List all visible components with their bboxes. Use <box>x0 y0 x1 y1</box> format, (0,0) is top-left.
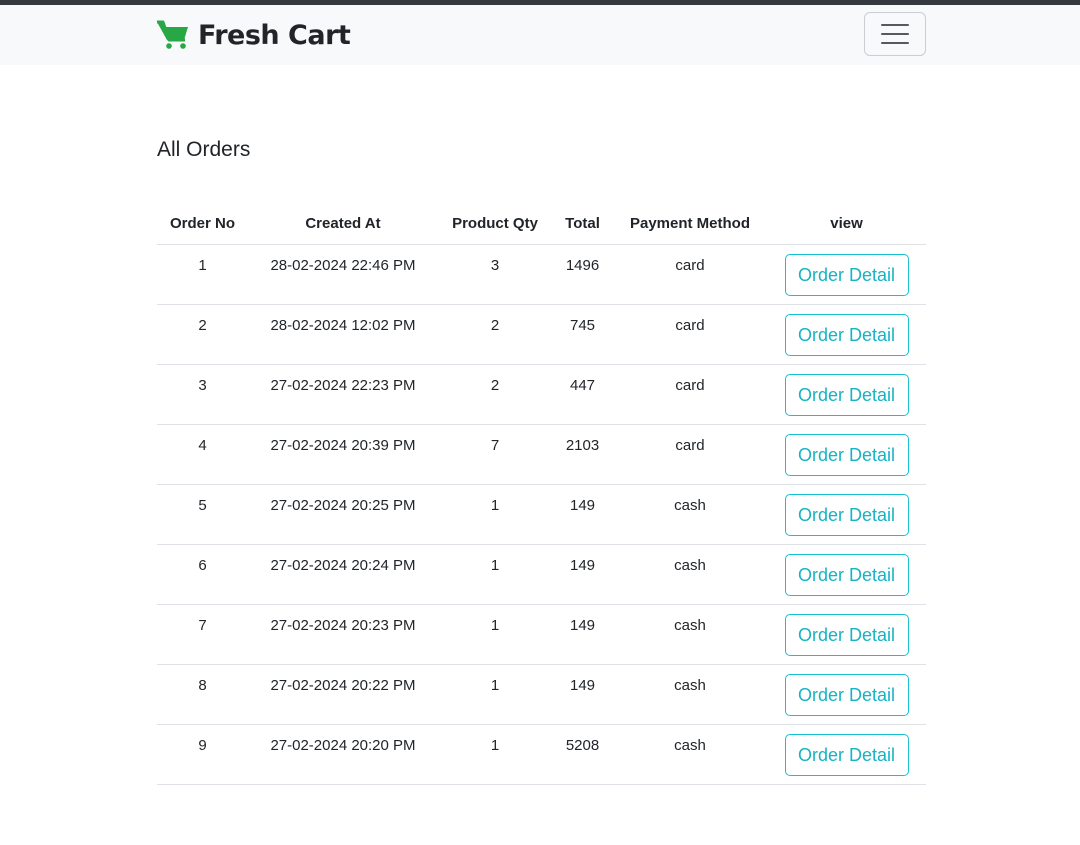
order-no-cell: 8 <box>157 664 248 725</box>
created-at-cell: 27-02-2024 20:25 PM <box>248 484 438 545</box>
view-cell: Order Detail <box>767 604 926 665</box>
view-cell: Order Detail <box>767 424 926 485</box>
view-cell: Order Detail <box>767 664 926 725</box>
column-header-view: view <box>767 203 926 245</box>
payment-method-cell: cash <box>613 604 767 665</box>
column-header-order-no: Order No <box>157 203 248 245</box>
total-cell: 5208 <box>552 724 613 785</box>
view-cell: Order Detail <box>767 484 926 545</box>
payment-method-cell: card <box>613 424 767 485</box>
created-at-cell: 27-02-2024 20:39 PM <box>248 424 438 485</box>
order-no-cell: 5 <box>157 484 248 545</box>
total-cell: 149 <box>552 544 613 605</box>
brand-link[interactable]: Fresh Cart <box>156 17 351 53</box>
total-cell: 745 <box>552 304 613 365</box>
created-at-cell: 28-02-2024 22:46 PM <box>248 244 438 305</box>
product-qty-cell: 7 <box>438 424 552 485</box>
hamburger-menu-icon <box>881 33 909 35</box>
payment-method-cell: cash <box>613 484 767 545</box>
total-cell: 149 <box>552 664 613 725</box>
created-at-cell: 28-02-2024 12:02 PM <box>248 304 438 365</box>
column-header-payment-method: Payment Method <box>613 203 767 245</box>
payment-method-cell: cash <box>613 724 767 785</box>
order-detail-button[interactable]: Order Detail <box>784 613 909 656</box>
order-no-cell: 3 <box>157 364 248 425</box>
order-detail-button[interactable]: Order Detail <box>784 433 909 476</box>
created-at-cell: 27-02-2024 20:23 PM <box>248 604 438 665</box>
created-at-cell: 27-02-2024 20:24 PM <box>248 544 438 605</box>
product-qty-cell: 1 <box>438 664 552 725</box>
product-qty-cell: 1 <box>438 604 552 665</box>
order-detail-button[interactable]: Order Detail <box>784 253 909 296</box>
column-header-product-qty: Product Qty <box>438 203 552 245</box>
table-header-row: Order No Created At Product Qty Total Pa… <box>157 203 926 245</box>
navbar: Fresh Cart <box>0 5 1080 65</box>
table-row: 2 28-02-2024 12:02 PM 2 745 card Order D… <box>157 304 926 365</box>
payment-method-cell: card <box>613 244 767 305</box>
order-detail-button[interactable]: Order Detail <box>784 493 909 536</box>
brand-name: Fresh Cart <box>198 19 351 51</box>
table-row: 6 27-02-2024 20:24 PM 1 149 cash Order D… <box>157 544 926 605</box>
order-no-cell: 1 <box>157 244 248 305</box>
order-no-cell: 6 <box>157 544 248 605</box>
product-qty-cell: 3 <box>438 244 552 305</box>
product-qty-cell: 1 <box>438 484 552 545</box>
hamburger-menu-icon <box>881 42 909 44</box>
created-at-cell: 27-02-2024 20:22 PM <box>248 664 438 725</box>
total-cell: 1496 <box>552 244 613 305</box>
order-detail-button[interactable]: Order Detail <box>784 733 909 776</box>
view-cell: Order Detail <box>767 724 926 785</box>
product-qty-cell: 2 <box>438 304 552 365</box>
order-detail-button[interactable]: Order Detail <box>784 673 909 716</box>
view-cell: Order Detail <box>767 244 926 305</box>
orders-table: Order No Created At Product Qty Total Pa… <box>157 203 926 785</box>
view-cell: Order Detail <box>767 304 926 365</box>
payment-method-cell: cash <box>613 664 767 725</box>
total-cell: 149 <box>552 604 613 665</box>
shopping-cart-icon <box>157 20 188 49</box>
total-cell: 2103 <box>552 424 613 485</box>
page-title: All Orders <box>157 138 251 161</box>
order-detail-button[interactable]: Order Detail <box>784 373 909 416</box>
table-row: 1 28-02-2024 22:46 PM 3 1496 card Order … <box>157 244 926 305</box>
table-row: 9 27-02-2024 20:20 PM 1 5208 cash Order … <box>157 724 926 785</box>
order-no-cell: 4 <box>157 424 248 485</box>
order-no-cell: 9 <box>157 724 248 785</box>
table-row: 5 27-02-2024 20:25 PM 1 149 cash Order D… <box>157 484 926 545</box>
view-cell: Order Detail <box>767 544 926 605</box>
order-no-cell: 7 <box>157 604 248 665</box>
order-no-cell: 2 <box>157 304 248 365</box>
product-qty-cell: 1 <box>438 724 552 785</box>
created-at-cell: 27-02-2024 22:23 PM <box>248 364 438 425</box>
product-qty-cell: 1 <box>438 544 552 605</box>
order-detail-button[interactable]: Order Detail <box>784 553 909 596</box>
total-cell: 149 <box>552 484 613 545</box>
table-row: 3 27-02-2024 22:23 PM 2 447 card Order D… <box>157 364 926 425</box>
table-row: 7 27-02-2024 20:23 PM 1 149 cash Order D… <box>157 604 926 665</box>
hamburger-menu-icon <box>881 24 909 26</box>
payment-method-cell: card <box>613 364 767 425</box>
created-at-cell: 27-02-2024 20:20 PM <box>248 724 438 785</box>
view-cell: Order Detail <box>767 364 926 425</box>
total-cell: 447 <box>552 364 613 425</box>
payment-method-cell: cash <box>613 544 767 605</box>
product-qty-cell: 2 <box>438 364 552 425</box>
order-detail-button[interactable]: Order Detail <box>784 313 909 356</box>
column-header-total: Total <box>552 203 613 245</box>
navbar-toggler-button[interactable] <box>864 12 926 56</box>
payment-method-cell: card <box>613 304 767 365</box>
table-row: 8 27-02-2024 20:22 PM 1 149 cash Order D… <box>157 664 926 725</box>
column-header-created-at: Created At <box>248 203 438 245</box>
table-row: 4 27-02-2024 20:39 PM 7 2103 card Order … <box>157 424 926 485</box>
